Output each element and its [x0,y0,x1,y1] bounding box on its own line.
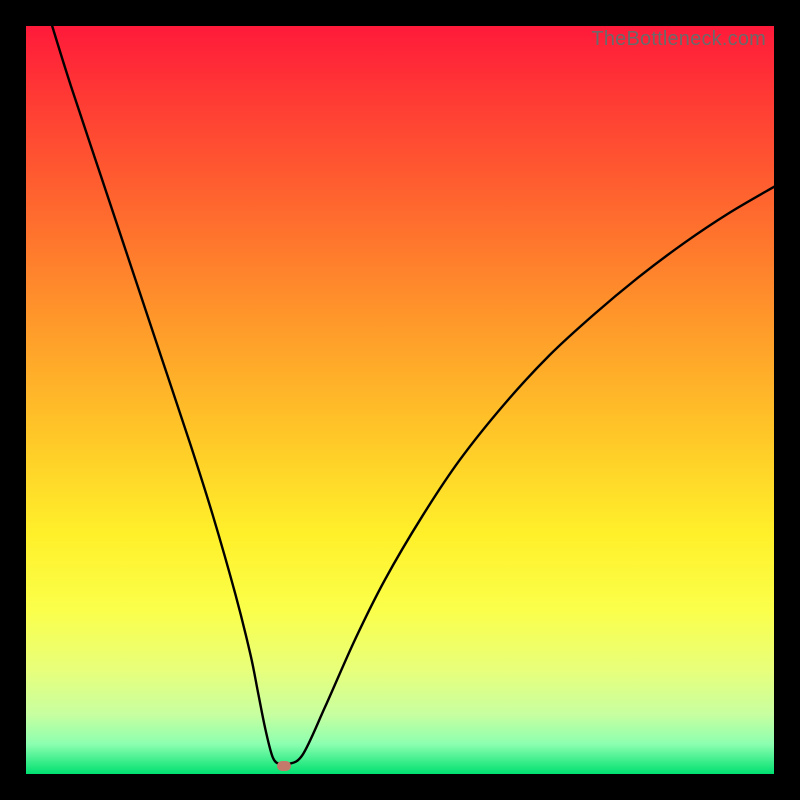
chart-marker [277,761,291,771]
chart-curve [26,26,774,774]
chart-frame: TheBottleneck.com [0,0,800,800]
plot-area: TheBottleneck.com [26,26,774,774]
